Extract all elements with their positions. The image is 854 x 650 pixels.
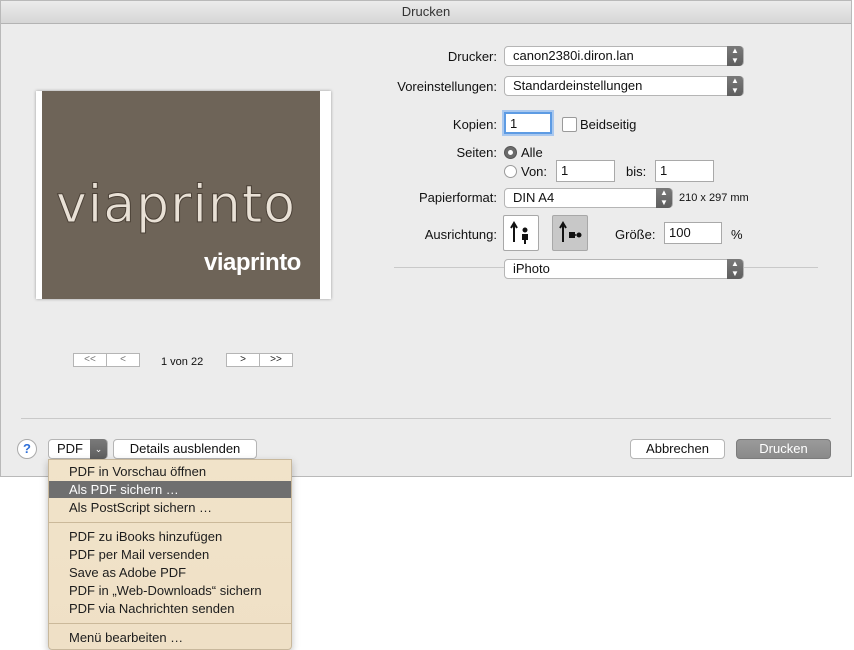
paper-value: DIN A4 — [513, 190, 555, 205]
presets-value: Standardeinstellungen — [513, 78, 643, 93]
details-toggle-button[interactable]: Details ausblenden — [113, 439, 257, 459]
app-section-value: iPhoto — [513, 261, 550, 276]
portrait-icon — [510, 221, 528, 244]
copies-label: Kopien: — [452, 117, 497, 132]
chevron-down-icon: ⌄ — [90, 439, 107, 459]
preview-logo-text: viaprinto — [55, 175, 297, 236]
next-page-button[interactable]: > — [226, 353, 260, 367]
printer-value: canon2380i.diron.lan — [513, 48, 634, 63]
pages-label: Seiten: — [456, 145, 497, 160]
window-title: Drucken — [1, 1, 851, 24]
orientation-landscape-button[interactable] — [552, 215, 588, 251]
scale-field[interactable]: 100 — [664, 222, 722, 244]
footer-separator — [21, 418, 831, 419]
menu-item-save-as-postscript[interactable]: Als PostScript sichern … — [49, 499, 291, 516]
menu-separator — [49, 522, 291, 523]
prev-page-button[interactable]: < — [106, 353, 140, 367]
duplex-label: Beidseitig — [580, 117, 637, 132]
menu-item-add-to-ibooks[interactable]: PDF zu iBooks hinzufügen — [49, 528, 291, 545]
page-preview: viaprinto viaprinto — [36, 91, 331, 299]
duplex-checkbox[interactable] — [562, 117, 577, 132]
pages-to-label: bis: — [626, 164, 647, 179]
paper-size-text: 210 x 297 mm — [679, 192, 749, 204]
pdf-menu-button[interactable]: PDF ⌄ — [48, 439, 108, 459]
cancel-button[interactable]: Abbrechen — [630, 439, 725, 459]
pages-from-field[interactable]: 1 — [556, 160, 615, 182]
menu-item-save-to-web-receipts[interactable]: PDF in „Web-Downloads“ sichern — [49, 582, 291, 599]
presets-select[interactable]: Standardeinstellungen ▲ ▼ — [504, 76, 744, 96]
updown-arrows-icon: ▲ ▼ — [727, 76, 743, 96]
print-button[interactable]: Drucken — [736, 439, 831, 459]
menu-separator — [49, 623, 291, 624]
pdf-label: PDF — [57, 441, 83, 456]
updown-arrows-icon: ▲ ▼ — [727, 259, 743, 279]
preview-image: viaprinto viaprinto — [42, 91, 320, 299]
help-button[interactable]: ? — [17, 439, 37, 459]
scale-unit: % — [731, 227, 743, 242]
menu-item-edit-menu[interactable]: Menü bearbeiten … — [49, 629, 291, 646]
landscape-icon — [559, 221, 582, 242]
pages-all-label: Alle — [521, 145, 543, 160]
preview-brand-text: viaprinto — [204, 249, 301, 276]
first-page-button[interactable]: << — [73, 353, 107, 367]
menu-item-open-in-preview[interactable]: PDF in Vorschau öffnen — [49, 463, 291, 480]
orientation-portrait-button[interactable] — [503, 215, 539, 251]
paper-select[interactable]: DIN A4 ▲ ▼ — [504, 188, 673, 208]
copies-field[interactable]: 1 — [504, 112, 552, 134]
orientation-label: Ausrichtung: — [424, 227, 497, 242]
app-section-select[interactable]: iPhoto ▲ ▼ — [504, 259, 744, 279]
presets-label: Voreinstellungen: — [397, 79, 497, 94]
menu-item-save-as-pdf[interactable]: Als PDF sichern … — [49, 481, 291, 498]
updown-arrows-icon: ▲ ▼ — [727, 46, 743, 66]
last-page-button[interactable]: >> — [259, 353, 293, 367]
pages-from-label: Von: — [521, 164, 548, 179]
printer-select[interactable]: canon2380i.diron.lan ▲ ▼ — [504, 46, 744, 66]
printer-label: Drucker: — [447, 49, 497, 64]
paper-label: Papierformat: — [418, 190, 497, 205]
updown-arrows-icon: ▲ ▼ — [656, 188, 672, 208]
scale-label: Größe: — [615, 227, 656, 242]
pdf-dropdown-menu: PDF in Vorschau öffnen Als PDF sichern …… — [48, 459, 292, 650]
pages-to-field[interactable]: 1 — [655, 160, 714, 182]
pages-all-radio[interactable] — [504, 146, 517, 159]
print-dialog: Drucken viaprinto viaprinto << < 1 von 2… — [0, 0, 852, 477]
menu-item-save-as-adobe-pdf[interactable]: Save as Adobe PDF — [49, 564, 291, 581]
page-indicator: 1 von 22 — [161, 356, 204, 368]
menu-item-send-via-mail[interactable]: PDF per Mail versenden — [49, 546, 291, 563]
pages-range-radio[interactable] — [504, 165, 517, 178]
menu-item-send-via-messages[interactable]: PDF via Nachrichten senden — [49, 600, 291, 617]
